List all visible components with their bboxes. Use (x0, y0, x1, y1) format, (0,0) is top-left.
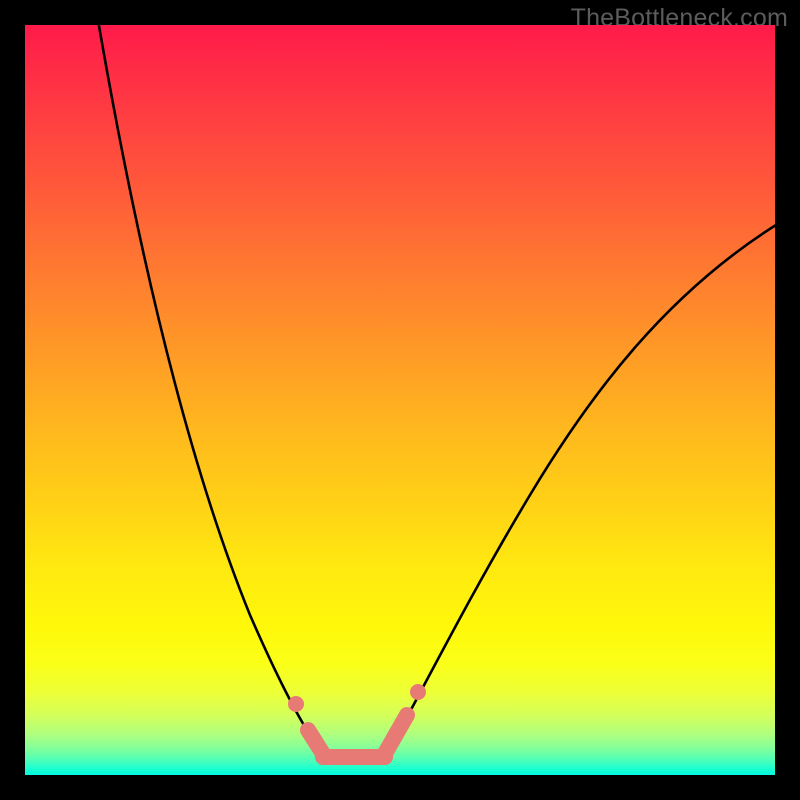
valley-marker (288, 684, 426, 757)
plot-area (25, 25, 775, 775)
chart-frame: TheBottleneck.com (0, 0, 800, 800)
curve-right-branch (393, 225, 776, 743)
curve-left-branch (98, 20, 315, 743)
bottleneck-curve (25, 25, 775, 775)
